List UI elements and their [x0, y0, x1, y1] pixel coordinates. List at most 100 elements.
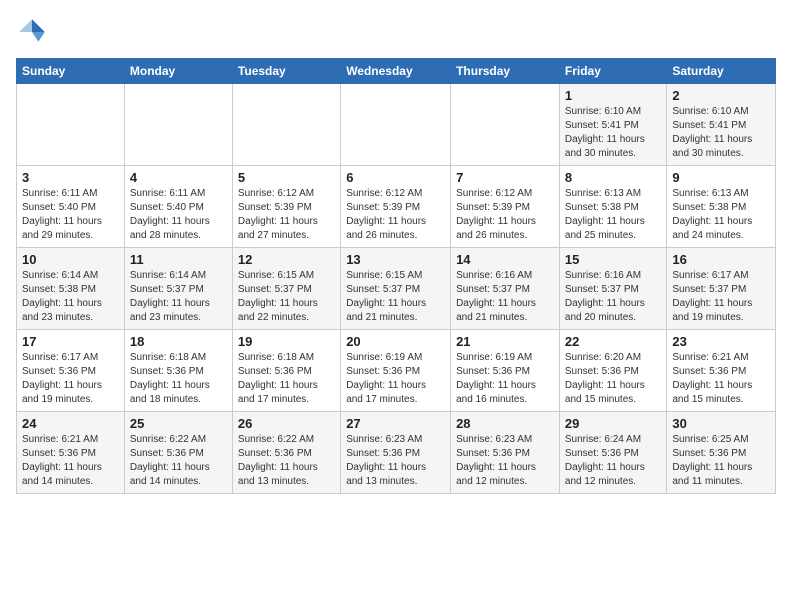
day-number: 10	[22, 252, 119, 267]
day-info: Sunrise: 6:12 AM Sunset: 5:39 PM Daylight:…	[456, 187, 554, 243]
sunset-label: Sunset: 5:39 PM	[346, 202, 420, 213]
calendar-cell: 16 Sunrise: 6:17 AMSunset: 5:37 PMDayligh…	[667, 248, 776, 330]
day-info: Sunrise: 6:23 AMSunset: 5:36 PMDaylight:…	[346, 433, 445, 489]
day-info: Sunrise: 6:17 AMSunset: 5:36 PMDaylight:…	[22, 351, 119, 407]
calendar-cell: 13 Sunrise: 6:15 AM Sunset: 5:37 PM Dayligh…	[341, 248, 451, 330]
calendar-cell: 8 Sunrise: 6:13 AMSunset: 5:38 PMDaylight…	[559, 166, 666, 248]
daylight-label: Daylight: 11 hours and 26 minutes.	[456, 216, 536, 241]
calendar-cell: 25 Sunrise: 6:22 AMSunset: 5:36 PMDayligh…	[124, 412, 232, 494]
calendar-cell: 24Sunrise: 6:21 AMSunset: 5:36 PMDayligh…	[17, 412, 125, 494]
calendar-page: SundayMondayTuesdayWednesdayThursdayFrid…	[0, 0, 792, 502]
calendar-cell: 21Sunrise: 6:19 AMSunset: 5:36 PMDayligh…	[451, 330, 560, 412]
daylight-label: Daylight: 11 hours and 16 minutes.	[456, 380, 536, 405]
day-info: Sunrise: 6:12 AMSunset: 5:39 PMDaylight:…	[346, 187, 445, 243]
logo-icon	[16, 16, 48, 48]
sunset-label: Sunset: 5:36 PM	[130, 366, 204, 377]
calendar-week-row: 3Sunrise: 6:11 AMSunset: 5:40 PMDaylight…	[17, 166, 776, 248]
sunrise-label: Sunrise: 6:11 AM	[130, 188, 205, 199]
sunrise-label: Sunrise: 6:15 AM	[238, 270, 314, 281]
sunset-label: Sunset: 5:36 PM	[238, 448, 312, 459]
day-info: Sunrise: 6:10 AMSunset: 5:41 PMDaylight:…	[565, 105, 661, 161]
sunset-label: Sunset: 5:36 PM	[456, 366, 530, 377]
day-number: 9	[672, 170, 770, 185]
daylight-label: Daylight: 11 hours and 27 minutes.	[238, 216, 318, 241]
calendar-cell: 5Sunrise: 6:12 AMSunset: 5:39 PMDaylight…	[232, 166, 340, 248]
day-info: Sunrise: 6:14 AMSunset: 5:38 PMDaylight:…	[22, 269, 119, 325]
daylight-label: Daylight: 11 hours and 21 minutes.	[456, 298, 536, 323]
day-number: 7	[456, 170, 554, 185]
day-info: Sunrise: 6:11 AMSunset: 5:40 PMDaylight:…	[130, 187, 227, 243]
sunset-label: Sunset: 5:37 PM	[565, 284, 639, 295]
sunrise-label: Sunrise: 6:14 AM	[22, 270, 98, 281]
day-info: Sunrise: 6:19 AMSunset: 5:36 PMDaylight:…	[346, 351, 445, 407]
day-number: 1	[565, 88, 661, 103]
sunset-label: Sunset: 5:36 PM	[238, 366, 312, 377]
calendar-table: SundayMondayTuesdayWednesdayThursdayFrid…	[16, 58, 776, 494]
daylight-label: Daylight: 11 hours and 20 minutes.	[565, 298, 645, 323]
day-info: Sunrise: 6:13 AMSunset: 5:38 PMDaylight:…	[565, 187, 661, 243]
day-number: 8	[565, 170, 661, 185]
calendar-week-row: 10 Sunrise: 6:14 AM Sunset: 5:38 PM Dayligh…	[17, 248, 776, 330]
calendar-cell: 7 Sunrise: 6:12 AM Sunset: 5:39 PM Daylight…	[451, 166, 560, 248]
sunset-label: Sunset: 5:37 PM	[238, 284, 312, 295]
day-number: 6	[346, 170, 445, 185]
daylight-label: Daylight: 11 hours and 22 minutes.	[238, 298, 318, 323]
sunset-label: Sunset: 5:37 PM	[456, 284, 530, 295]
day-info: Sunrise: 6:11 AMSunset: 5:40 PMDaylight:…	[22, 187, 119, 243]
calendar-cell: 11Sunrise: 6:14 AMSunset: 5:37 PMDayligh…	[124, 248, 232, 330]
daylight-label: Daylight: 11 hours and 25 minutes.	[565, 216, 645, 241]
weekday-header-friday: Friday	[559, 59, 666, 84]
sunrise-label: Sunrise: 6:11 AM	[22, 188, 97, 199]
sunrise-label: Sunrise: 6:13 AM	[565, 188, 641, 199]
day-info: Sunrise: 6:15 AM Sunset: 5:37 PM Daylight:…	[346, 269, 445, 325]
sunrise-label: Sunrise: 6:21 AM	[22, 434, 98, 445]
sunrise-label: Sunrise: 6:15 AM	[346, 270, 422, 281]
sunrise-label: Sunrise: 6:12 AM	[456, 188, 532, 199]
day-number: 25	[130, 416, 227, 431]
day-info: Sunrise: 6:20 AMSunset: 5:36 PMDaylight:…	[565, 351, 661, 407]
daylight-label: Daylight: 11 hours and 21 minutes.	[346, 298, 426, 323]
weekday-header-monday: Monday	[124, 59, 232, 84]
day-number: 4	[130, 170, 227, 185]
day-number: 16	[672, 252, 770, 267]
sunset-label: Sunset: 5:37 PM	[346, 284, 420, 295]
day-number: 2	[672, 88, 770, 103]
weekday-header-wednesday: Wednesday	[341, 59, 451, 84]
calendar-cell	[124, 84, 232, 166]
daylight-label: Daylight: 11 hours and 29 minutes.	[22, 216, 102, 241]
calendar-cell: 2Sunrise: 6:10 AMSunset: 5:41 PMDaylight…	[667, 84, 776, 166]
sunset-label: Sunset: 5:39 PM	[456, 202, 530, 213]
calendar-cell: 23Sunrise: 6:21 AMSunset: 5:36 PMDayligh…	[667, 330, 776, 412]
day-number: 28	[456, 416, 554, 431]
sunrise-label: Sunrise: 6:23 AM	[456, 434, 532, 445]
sunrise-label: Sunrise: 6:16 AM	[565, 270, 641, 281]
daylight-label: Daylight: 11 hours and 14 minutes.	[130, 462, 210, 487]
calendar-cell: 15Sunrise: 6:16 AMSunset: 5:37 PMDayligh…	[559, 248, 666, 330]
weekday-header-saturday: Saturday	[667, 59, 776, 84]
calendar-cell: 12 Sunrise: 6:15 AM Sunset: 5:37 PM Dayligh…	[232, 248, 340, 330]
daylight-label: Daylight: 11 hours and 26 minutes.	[346, 216, 426, 241]
sunrise-label: Sunrise: 6:17 AM	[672, 270, 748, 281]
day-number: 13	[346, 252, 445, 267]
sunset-label: Sunset: 5:38 PM	[672, 202, 746, 213]
day-number: 12	[238, 252, 335, 267]
calendar-cell: 28Sunrise: 6:23 AMSunset: 5:36 PMDayligh…	[451, 412, 560, 494]
day-info: Sunrise: 6:22 AMSunset: 5:36 PMDaylight:…	[130, 433, 227, 489]
calendar-cell	[451, 84, 560, 166]
day-number: 18	[130, 334, 227, 349]
day-number: 5	[238, 170, 335, 185]
daylight-label: Daylight: 11 hours and 17 minutes.	[346, 380, 426, 405]
daylight-label: Daylight: 11 hours and 19 minutes.	[672, 298, 752, 323]
daylight-label: Daylight: 11 hours and 23 minutes.	[130, 298, 210, 323]
sunrise-label: Sunrise: 6:10 AM	[672, 106, 748, 117]
day-info: Sunrise: 6:17 AMSunset: 5:37 PMDaylight:…	[672, 269, 770, 325]
calendar-cell: 3Sunrise: 6:11 AMSunset: 5:40 PMDaylight…	[17, 166, 125, 248]
sunrise-label: Sunrise: 6:24 AM	[565, 434, 641, 445]
sunset-label: Sunset: 5:36 PM	[346, 448, 420, 459]
sunrise-label: Sunrise: 6:12 AM	[238, 188, 314, 199]
calendar-week-row: 17Sunrise: 6:17 AMSunset: 5:36 PMDayligh…	[17, 330, 776, 412]
calendar-week-row: 1 Sunrise: 6:10 AMSunset: 5:41 PMDaylight…	[17, 84, 776, 166]
sunrise-label: Sunrise: 6:18 AM	[130, 352, 206, 363]
sunset-label: Sunset: 5:38 PM	[22, 284, 96, 295]
day-info: Sunrise: 6:16 AM Sunset: 5:37 PM Daylight:…	[565, 269, 661, 325]
